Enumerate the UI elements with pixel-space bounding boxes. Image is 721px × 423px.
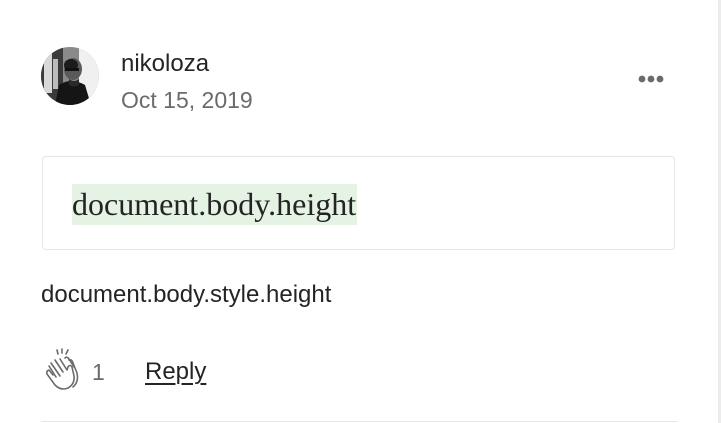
more-options-button[interactable] <box>631 64 671 94</box>
clap-button[interactable] <box>41 348 85 392</box>
highlighted-text: document.body.height <box>72 184 358 225</box>
comment-divider <box>41 421 677 422</box>
comment-date: Oct 15, 2019 <box>121 87 253 113</box>
comment-body: document.body.style.height <box>41 281 332 308</box>
more-options-icon <box>638 75 664 83</box>
reply-button[interactable]: Reply <box>145 357 206 387</box>
clap-count: 1 <box>92 359 105 385</box>
avatar-image <box>41 47 99 105</box>
author-avatar[interactable] <box>41 47 99 105</box>
highlighted-quote[interactable]: document.body.height <box>42 156 675 250</box>
author-name[interactable]: nikoloza <box>121 49 209 79</box>
clap-icon <box>45 348 79 390</box>
